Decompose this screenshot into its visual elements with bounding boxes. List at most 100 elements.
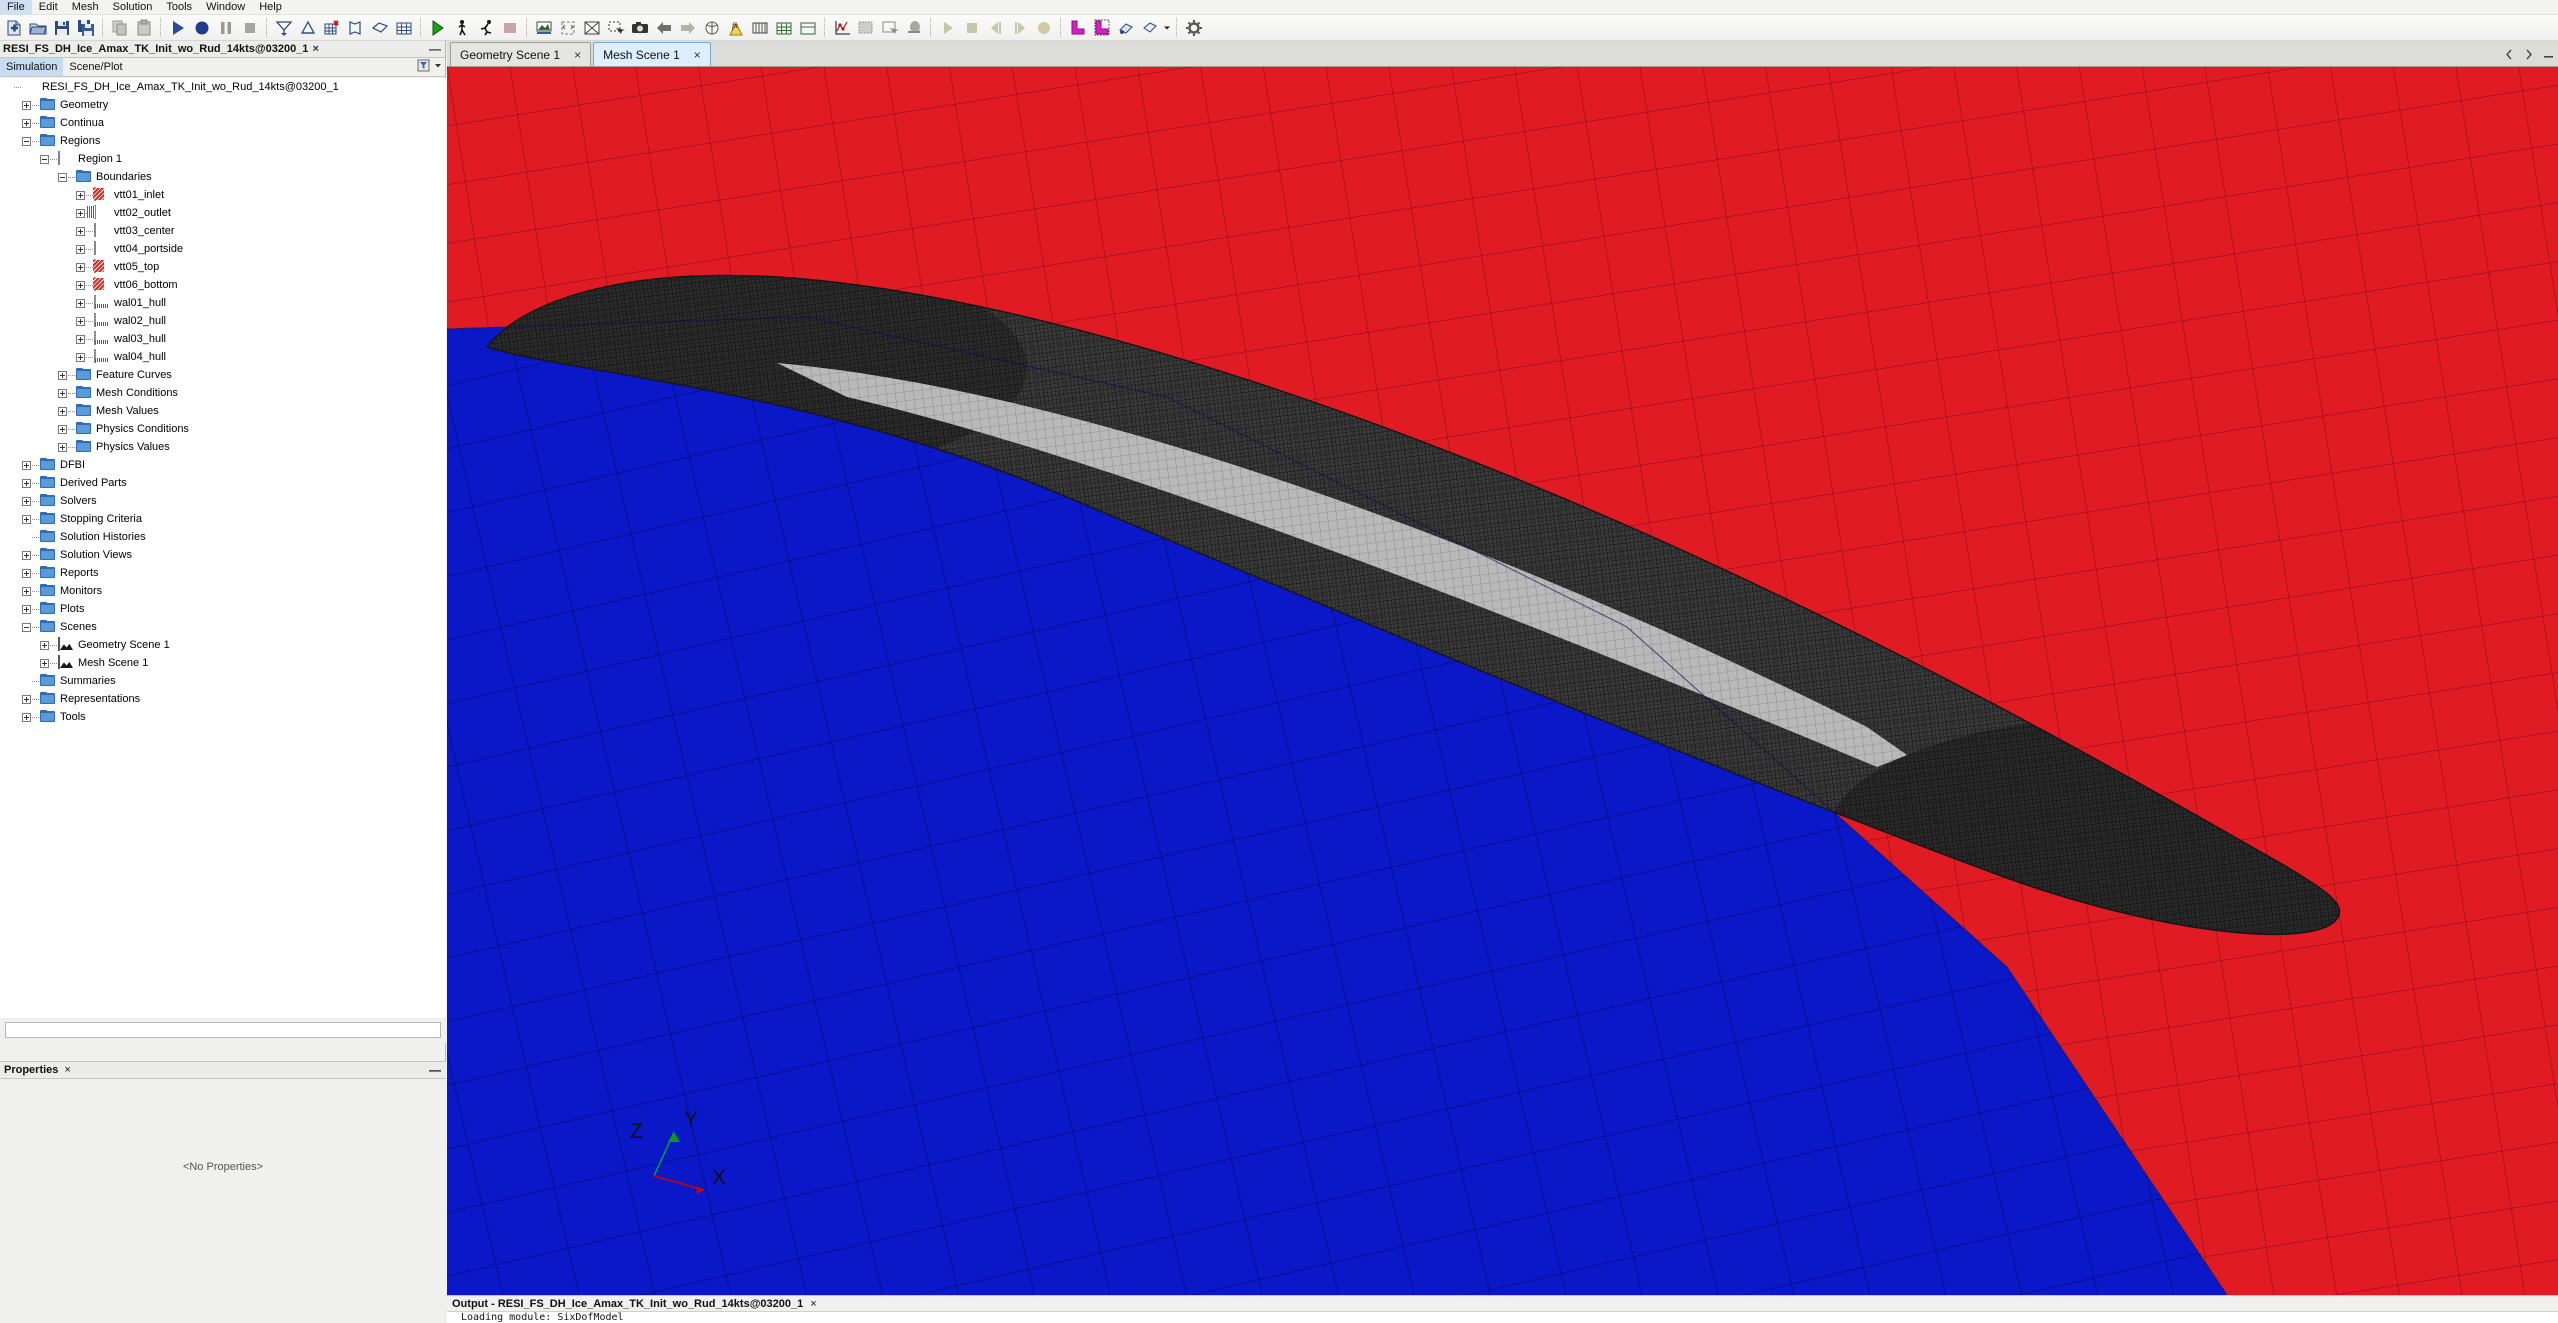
minimize-icon[interactable] bbox=[2543, 49, 2554, 63]
expand-icon[interactable] bbox=[58, 442, 67, 452]
close-icon[interactable]: × bbox=[810, 1298, 816, 1310]
chevron-down-icon[interactable] bbox=[433, 59, 443, 77]
probe-icon[interactable] bbox=[903, 17, 925, 39]
tree-item-resi-fs-dh-ice-amax-tk-init-wo-rud-14kts-03200-1[interactable]: RESI_FS_DH_Ice_Amax_TK_Init_wo_Rud_14kts… bbox=[0, 78, 446, 96]
expand-icon[interactable] bbox=[76, 334, 85, 344]
play-icon[interactable] bbox=[937, 17, 959, 39]
tree-item-feature-curves[interactable]: Feature Curves bbox=[0, 366, 446, 384]
chevron-down-icon[interactable] bbox=[1162, 17, 1172, 39]
expand-icon[interactable] bbox=[40, 658, 49, 668]
tree-item-vtt05-top[interactable]: vtt05_top bbox=[0, 258, 446, 276]
collapse-icon[interactable] bbox=[58, 172, 67, 182]
tree-item-plots[interactable]: Plots bbox=[0, 600, 446, 618]
copy-plot-icon[interactable] bbox=[855, 17, 877, 39]
minimize-icon[interactable]: — bbox=[429, 1063, 441, 1077]
walk-icon[interactable] bbox=[451, 17, 473, 39]
menu-solution[interactable]: Solution bbox=[106, 0, 160, 15]
minimize-icon[interactable]: — bbox=[429, 42, 441, 56]
rubber-band-zoom-icon[interactable] bbox=[605, 17, 627, 39]
run-step-icon[interactable] bbox=[475, 17, 497, 39]
expand-icon[interactable] bbox=[22, 712, 31, 722]
expand-icon[interactable] bbox=[58, 370, 67, 380]
mesh-diagnostics-icon[interactable] bbox=[321, 17, 343, 39]
close-icon[interactable]: × bbox=[574, 48, 581, 62]
copy-icon[interactable] bbox=[109, 17, 131, 39]
clear-solution-icon[interactable] bbox=[499, 17, 521, 39]
back-view-icon[interactable] bbox=[653, 17, 675, 39]
chevron-left-icon[interactable] bbox=[2505, 49, 2514, 63]
tree-item-wal03-hull[interactable]: wal03_hull bbox=[0, 330, 446, 348]
expand-icon[interactable] bbox=[22, 496, 31, 506]
simulation-tree[interactable]: RESI_FS_DH_Ice_Amax_TK_Init_wo_Rud_14kts… bbox=[0, 78, 446, 1018]
scene-icon[interactable] bbox=[533, 17, 555, 39]
surface-repair-icon[interactable] bbox=[345, 17, 367, 39]
stop-icon[interactable] bbox=[239, 17, 261, 39]
collapse-icon[interactable] bbox=[22, 622, 31, 632]
expand-icon[interactable] bbox=[76, 208, 85, 218]
tree-item-mesh-values[interactable]: Mesh Values bbox=[0, 402, 446, 420]
tree-item-continua[interactable]: Continua bbox=[0, 114, 446, 132]
tree-item-representations[interactable]: Representations bbox=[0, 690, 446, 708]
tree-item-stopping-criteria[interactable]: Stopping Criteria bbox=[0, 510, 446, 528]
expand-icon[interactable] bbox=[22, 568, 31, 578]
function-icon[interactable]: fx bbox=[725, 17, 747, 39]
expand-icon[interactable] bbox=[76, 352, 85, 362]
tree-item-region-1[interactable]: Region 1 bbox=[0, 150, 446, 168]
tree-item-solution-views[interactable]: Solution Views bbox=[0, 546, 446, 564]
expand-icon[interactable] bbox=[22, 118, 31, 128]
tree-item-geometry[interactable]: Geometry bbox=[0, 96, 446, 114]
menu-edit[interactable]: Edit bbox=[32, 0, 65, 15]
paste-icon[interactable] bbox=[133, 17, 155, 39]
tree-item-mesh-conditions[interactable]: Mesh Conditions bbox=[0, 384, 446, 402]
tree-item-tools[interactable]: Tools bbox=[0, 708, 446, 726]
expand-icon[interactable] bbox=[22, 460, 31, 470]
expand-icon[interactable] bbox=[58, 406, 67, 416]
output-log[interactable]: Loading module: SixDofModel bbox=[447, 1312, 2558, 1323]
expand-icon[interactable] bbox=[76, 244, 85, 254]
expand-icon[interactable] bbox=[22, 550, 31, 560]
outline-icon[interactable] bbox=[797, 17, 819, 39]
chevron-right-icon[interactable] bbox=[2524, 49, 2533, 63]
close-icon[interactable]: × bbox=[64, 1064, 70, 1076]
mesh-table-icon[interactable] bbox=[393, 17, 415, 39]
new-simulation-icon[interactable] bbox=[3, 17, 25, 39]
expand-icon[interactable] bbox=[22, 100, 31, 110]
expand-icon[interactable] bbox=[76, 280, 85, 290]
expand-icon[interactable] bbox=[76, 262, 85, 272]
tree-item-vtt01-inlet[interactable]: vtt01_inlet bbox=[0, 186, 446, 204]
tree-item-reports[interactable]: Reports bbox=[0, 564, 446, 582]
menu-tools[interactable]: Tools bbox=[159, 0, 199, 15]
pause-icon[interactable] bbox=[215, 17, 237, 39]
tree-item-mesh-scene-1[interactable]: Mesh Scene 1 bbox=[0, 654, 446, 672]
close-icon[interactable]: × bbox=[694, 48, 701, 62]
initialize-solution-icon[interactable] bbox=[427, 17, 449, 39]
expand-icon[interactable] bbox=[22, 478, 31, 488]
tree-item-vtt03-center[interactable]: vtt03_center bbox=[0, 222, 446, 240]
expand-icon[interactable] bbox=[76, 226, 85, 236]
tree-item-physics-conditions[interactable]: Physics Conditions bbox=[0, 420, 446, 438]
expand-icon[interactable] bbox=[22, 586, 31, 596]
gear-icon[interactable] bbox=[1183, 17, 1205, 39]
tree-item-vtt06-bottom[interactable]: vtt06_bottom bbox=[0, 276, 446, 294]
mesh-scene-viewport[interactable]: X Y Z bbox=[447, 67, 2558, 1295]
menu-mesh[interactable]: Mesh bbox=[65, 0, 106, 15]
tab-scene-plot[interactable]: Scene/Plot bbox=[63, 58, 128, 76]
stop-anim-icon[interactable] bbox=[961, 17, 983, 39]
expand-icon[interactable] bbox=[58, 388, 67, 398]
save-image-icon[interactable] bbox=[629, 17, 651, 39]
generate-surface-mesh-icon[interactable] bbox=[297, 17, 319, 39]
tab-mesh-scene-1[interactable]: Mesh Scene 1 × bbox=[593, 42, 711, 66]
magenta-l2-icon[interactable] bbox=[1091, 17, 1113, 39]
tree-item-wal01-hull[interactable]: wal01_hull bbox=[0, 294, 446, 312]
expand-icon[interactable] bbox=[22, 514, 31, 524]
transform-dropdown-icon[interactable] bbox=[1139, 17, 1161, 39]
tree-item-physics-values[interactable]: Physics Values bbox=[0, 438, 446, 456]
collapse-icon[interactable] bbox=[22, 136, 31, 146]
tree-item-dfbi[interactable]: DFBI bbox=[0, 456, 446, 474]
menu-help[interactable]: Help bbox=[252, 0, 289, 15]
expand-icon[interactable] bbox=[76, 316, 85, 326]
expand-icon[interactable] bbox=[22, 694, 31, 704]
transform-icon[interactable] bbox=[1115, 17, 1137, 39]
tab-geometry-scene-1[interactable]: Geometry Scene 1 × bbox=[450, 42, 592, 66]
tree-item-wal04-hull[interactable]: wal04_hull bbox=[0, 348, 446, 366]
